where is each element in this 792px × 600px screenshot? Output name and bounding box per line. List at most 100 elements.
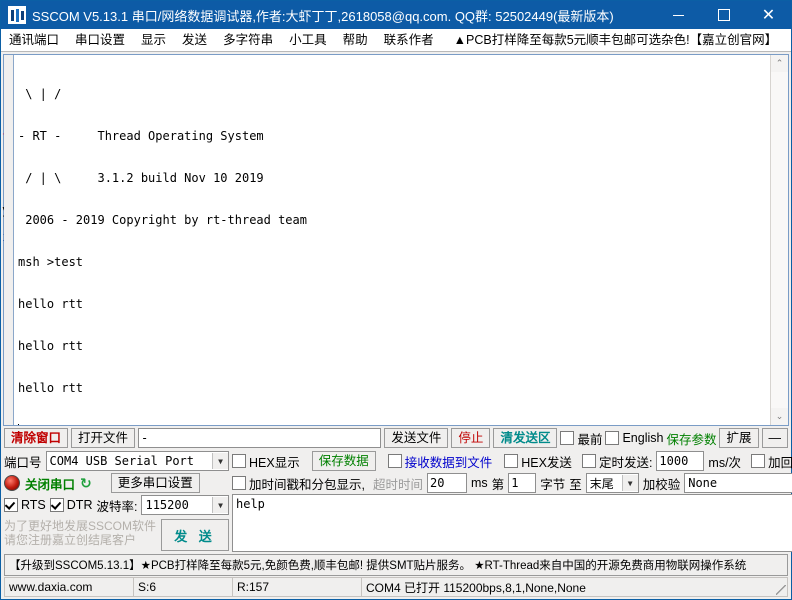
stop-button[interactable]: 停止 xyxy=(451,428,491,448)
receive-options-row-1: HEX显示 保存数据 接收数据到文件 HEX发送 定时发送: 1000 ms/次 xyxy=(232,450,792,472)
send-area-container: help ⌃ ⌄ xyxy=(232,494,792,552)
status-website[interactable]: www.daxia.com xyxy=(4,577,133,597)
timestamp-checkbox[interactable]: 加时间戳和分包显示, xyxy=(232,474,365,493)
crlf-checkbox[interactable]: 加回车换行 xyxy=(751,452,792,471)
refresh-icon[interactable]: ↻ xyxy=(80,476,92,490)
receive-area-gutter xyxy=(4,55,14,425)
terminal-line: / | \ 3.1.2 build Nov 10 2019 xyxy=(18,171,264,185)
send-area-input[interactable]: help xyxy=(233,495,792,551)
terminal-line: 2006 - 2019 Copyright by rt-thread team xyxy=(18,213,307,227)
terminal-line: \ | / xyxy=(18,87,62,101)
menu-item-help[interactable]: 帮助 xyxy=(335,29,376,51)
hex-send-label: HEX发送 xyxy=(521,455,572,470)
checkbox-box[interactable] xyxy=(232,476,246,490)
topmost-checkbox[interactable]: 最前 xyxy=(560,429,602,448)
clear-send-area-button[interactable]: 清发送区 xyxy=(493,428,558,448)
checkbox-box[interactable] xyxy=(49,498,64,512)
checkbox-box[interactable] xyxy=(751,454,766,468)
more-port-settings-button[interactable]: 更多串口设置 xyxy=(110,473,200,493)
timeout-label: 超时时间 xyxy=(372,477,423,492)
terminal-line: hello rtt xyxy=(18,297,84,311)
flow-control-row: RTS DTR 波特率: 115200 ▼ xyxy=(4,494,229,516)
advertisement-text: 【升级到SSCOM5.13.1】★PCB打样降至每款5元,免颜色费,顺丰包邮! … xyxy=(9,560,747,572)
dtr-checkbox[interactable]: DTR xyxy=(49,498,93,512)
save-params-button[interactable]: 保存参数 xyxy=(666,429,716,448)
menu-item-multi-string[interactable]: 多字符串 xyxy=(215,29,281,51)
menu-item-tools[interactable]: 小工具 xyxy=(281,29,335,51)
close-port-button[interactable]: 关闭串口 xyxy=(25,474,75,493)
byte-to-value: 末尾 xyxy=(589,476,614,491)
open-file-button[interactable]: 打开文件 xyxy=(71,428,136,448)
window-controls: ✕ xyxy=(656,1,791,29)
topmost-label: 最前 xyxy=(577,432,603,447)
checkbox-box[interactable] xyxy=(4,498,18,512)
byte-label: 字节 xyxy=(540,477,566,492)
status-received-count: R:157 xyxy=(232,577,361,597)
scrollbar-track[interactable] xyxy=(771,72,788,408)
advertisement-bar[interactable]: 【升级到SSCOM5.13.1】★PCB打样降至每款5元,免颜色费,顺丰包邮! … xyxy=(4,554,788,576)
port-label: 端口号 xyxy=(4,455,42,470)
port-select-row: 端口号 COM4 USB Serial Port ▼ xyxy=(4,450,229,472)
clear-window-button[interactable]: 清除窗口 xyxy=(4,428,69,448)
menu-item-display[interactable]: 显示 xyxy=(133,29,174,51)
status-bar: www.daxia.com S:6 R:157 COM4 已打开 115200b… xyxy=(4,577,788,597)
scroll-down-icon[interactable]: ⌄ xyxy=(771,408,788,425)
maximize-button[interactable] xyxy=(701,1,746,29)
timed-send-label: 定时发送: xyxy=(598,455,653,470)
file-path-input[interactable]: - xyxy=(138,428,382,448)
checksum-select[interactable]: None ▼ xyxy=(684,473,792,493)
save-data-button[interactable]: 保存数据 xyxy=(311,451,376,471)
timed-send-interval-input[interactable]: 1000 xyxy=(656,451,705,471)
baud-rate-label: 波特率: xyxy=(96,499,138,514)
byte-to-select[interactable]: 末尾 ▼ xyxy=(585,473,639,493)
chevron-down-icon[interactable]: ▼ xyxy=(212,453,228,469)
hex-display-checkbox[interactable]: HEX显示 xyxy=(232,452,300,471)
checksum-value: None xyxy=(688,476,718,490)
checkbox-box[interactable] xyxy=(387,454,402,468)
english-checkbox[interactable]: English xyxy=(605,431,663,445)
checkbox-box[interactable] xyxy=(560,431,575,445)
send-button[interactable]: 发 送 xyxy=(161,519,229,551)
rts-label: RTS xyxy=(21,498,46,512)
byte-from-input[interactable]: 1 xyxy=(508,473,537,493)
chevron-down-icon[interactable]: ▼ xyxy=(621,475,638,491)
terminal-line: hello rtt xyxy=(18,381,84,395)
hex-send-checkbox[interactable]: HEX发送 xyxy=(504,452,572,471)
toolbar-row: 清除窗口 打开文件 - 发送文件 停止 清发送区 最前 English 保存参数… xyxy=(1,426,791,450)
recv-to-file-checkbox[interactable]: 接收数据到文件 xyxy=(387,452,492,471)
baud-rate-select[interactable]: 115200 ▼ xyxy=(141,495,229,515)
menu-bar-ad-link[interactable]: ▲PCB打样降至每款5元顺丰包邮可选杂色!【嘉立创官网】 xyxy=(442,29,778,51)
baud-rate-value: 115200 xyxy=(145,498,189,512)
menu-item-serial-settings[interactable]: 串口设置 xyxy=(67,29,133,51)
resize-grip-icon[interactable] xyxy=(771,577,788,597)
collapse-button[interactable]: — xyxy=(761,428,788,448)
sscom-app-icon xyxy=(8,6,26,24)
checkbox-box[interactable] xyxy=(581,454,596,468)
receive-area-scrollbar[interactable]: ⌃ ⌄ xyxy=(770,55,788,425)
promo-line-1: 为了更好地发展SSCOM软件 xyxy=(4,519,157,533)
menu-item-send[interactable]: 发送 xyxy=(174,29,215,51)
menu-item-contact-author[interactable]: 联系作者 xyxy=(376,29,442,51)
chevron-down-icon[interactable]: ▼ xyxy=(212,497,228,513)
dtr-label: DTR xyxy=(66,498,93,512)
scroll-up-icon[interactable]: ⌃ xyxy=(771,55,788,72)
timeout-input[interactable]: 20 xyxy=(427,473,467,493)
receive-area-text[interactable]: \ | / - RT - Thread Operating System / |… xyxy=(14,55,770,425)
close-button[interactable]: ✕ xyxy=(746,1,791,29)
port-status-led-icon xyxy=(4,475,20,491)
checkbox-box[interactable] xyxy=(232,454,246,468)
port-select[interactable]: COM4 USB Serial Port ▼ xyxy=(45,451,229,471)
minimize-button[interactable] xyxy=(656,1,701,29)
checkbox-box[interactable] xyxy=(504,454,519,468)
crlf-label: 加回车换行 xyxy=(768,455,792,470)
checkbox-box[interactable] xyxy=(605,431,620,445)
extend-button[interactable]: 扩展 xyxy=(719,428,759,448)
timed-send-checkbox[interactable]: 定时发送: xyxy=(581,452,653,471)
terminal-line: - RT - Thread Operating System xyxy=(18,129,264,143)
english-label: English xyxy=(622,431,664,445)
promo-and-send-row: 为了更好地发展SSCOM软件 请您注册嘉立创结尾客户 发 送 xyxy=(4,516,229,552)
menu-item-comm-port[interactable]: 通讯端口 xyxy=(1,29,67,51)
send-file-button[interactable]: 发送文件 xyxy=(384,428,449,448)
rts-checkbox[interactable]: RTS xyxy=(4,498,46,512)
timeout-unit-label: ms xyxy=(471,476,488,490)
